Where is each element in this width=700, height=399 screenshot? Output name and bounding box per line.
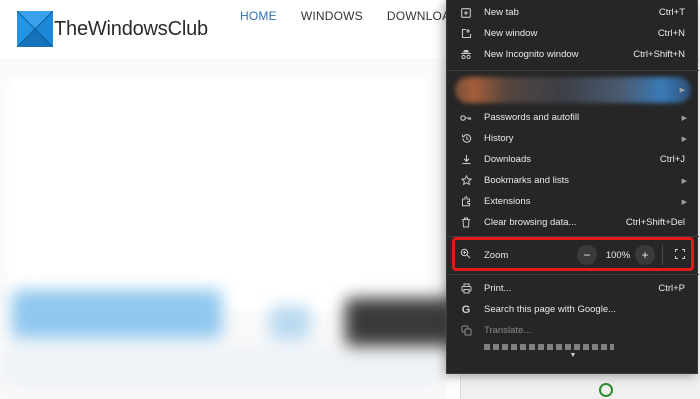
windows-logo-icon: [17, 11, 53, 47]
menu-item-label: New window: [484, 28, 538, 39]
menu-item-shortcut: Ctrl+Shift+N: [633, 49, 685, 60]
download-icon: [460, 154, 472, 166]
translate-icon: [460, 325, 472, 337]
nav-windows[interactable]: WINDOWS: [301, 9, 363, 23]
menu-item-downloads[interactable]: Downloads Ctrl+J: [447, 149, 699, 170]
google-icon: G: [461, 303, 471, 316]
menu-item-label: New Incognito window: [484, 49, 579, 60]
menu-item-label: Bookmarks and lists: [484, 175, 570, 186]
site-content-blurred: [0, 58, 455, 399]
side-card: [460, 374, 700, 399]
profile-row-blurred[interactable]: [455, 77, 691, 103]
menu-item-passwords-autofill[interactable]: Passwords and autofill ▶: [447, 107, 699, 128]
extension-icon: [460, 196, 472, 208]
menu-item-label: Translate...: [484, 325, 532, 336]
menu-separator: [447, 70, 699, 71]
chevron-right-icon: ▶: [681, 135, 687, 143]
chevron-right-icon: ▶: [681, 198, 687, 206]
menu-item-search-with-google[interactable]: G Search this page with Google...: [447, 299, 699, 320]
menu-item-label: Passwords and autofill: [484, 112, 580, 123]
menu-item-shortcut: Ctrl+T: [658, 7, 685, 18]
menu-item-label: History: [484, 133, 514, 144]
menu-item-label: Search this page with Google...: [484, 304, 617, 315]
incognito-icon: [460, 49, 472, 61]
menu-item-shortcut: Ctrl+N: [657, 28, 685, 39]
chevron-right-icon: ▶: [679, 87, 685, 94]
blurred-content-panel: [8, 76, 428, 311]
menu-item-extensions[interactable]: Extensions ▶: [447, 191, 699, 212]
trash-icon: [460, 217, 472, 229]
key-icon: [460, 112, 472, 124]
chrome-menu: New tab Ctrl+T New window Ctrl+N New Inc…: [446, 0, 699, 374]
print-icon: [460, 283, 472, 295]
blurred-dark-block: [345, 298, 455, 346]
site-logo[interactable]: TheWindowsClub: [17, 11, 208, 47]
new-tab-icon: [460, 7, 472, 19]
blurred-strip: [0, 348, 446, 388]
menu-item-history[interactable]: History ▶: [447, 128, 699, 149]
site-logo-text: TheWindowsClub: [54, 17, 208, 40]
zoom-highlight-box: [452, 237, 694, 271]
blurred-light-block: [270, 306, 310, 340]
menu-item-clear-browsing-data[interactable]: Clear browsing data... Ctrl+Shift+Del: [447, 212, 699, 233]
history-icon: [460, 133, 472, 145]
menu-item-label: Downloads: [484, 154, 531, 165]
chevron-right-icon: ▶: [681, 177, 687, 185]
menu-item-label: Print...: [484, 283, 512, 294]
menu-item-shortcut: Ctrl+P: [658, 283, 685, 294]
chevron-right-icon: ▶: [681, 114, 687, 122]
scroll-down-icon[interactable]: ▼: [447, 352, 699, 362]
menu-separator: [447, 274, 699, 275]
menu-item-bookmarks-lists[interactable]: Bookmarks and lists ▶: [447, 170, 699, 191]
menu-item-new-incognito-window[interactable]: New Incognito window Ctrl+Shift+N: [447, 44, 699, 65]
menu-item-shortcut: Ctrl+Shift+Del: [625, 217, 685, 228]
star-icon: [460, 175, 472, 187]
new-window-icon: [460, 28, 472, 40]
cut-off-menu-item: [484, 344, 614, 350]
menu-item-label: Clear browsing data...: [484, 217, 577, 228]
menu-item-new-tab[interactable]: New tab Ctrl+T: [447, 2, 699, 23]
menu-item-shortcut: Ctrl+J: [659, 154, 685, 165]
menu-item-label: New tab: [484, 7, 519, 18]
menu-item-print[interactable]: Print... Ctrl+P: [447, 278, 699, 299]
menu-item-label: Extensions: [484, 196, 531, 207]
nav-home[interactable]: HOME: [240, 9, 277, 23]
menu-item-new-window[interactable]: New window Ctrl+N: [447, 23, 699, 44]
green-badge-icon: [599, 383, 613, 397]
blurred-blue-block: [12, 290, 222, 338]
menu-item-translate: Translate...: [447, 320, 699, 341]
